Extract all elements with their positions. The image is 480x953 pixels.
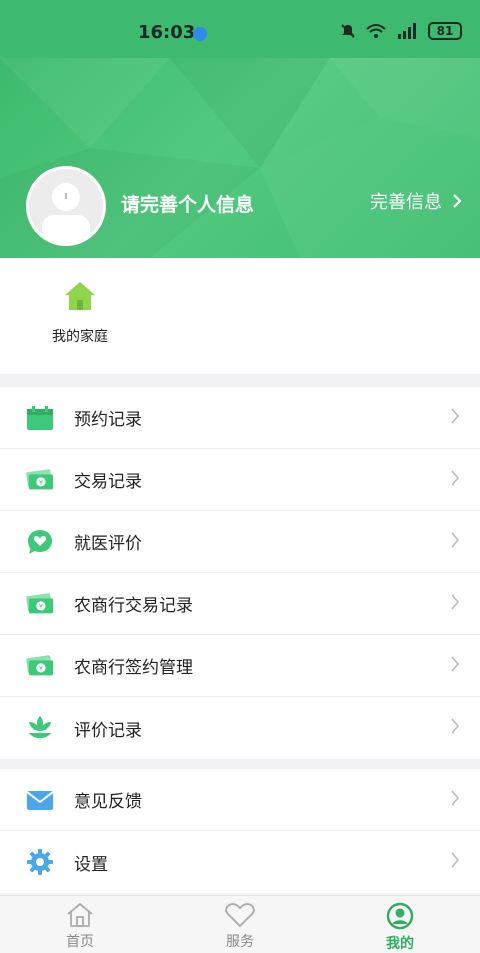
menu-label: 设置 (74, 854, 108, 875)
house-icon (65, 282, 95, 310)
user-icon (386, 902, 414, 930)
money-icon: ¥ (26, 652, 54, 680)
profile-prompt[interactable]: 请完善个人信息 (121, 190, 254, 217)
menu-item-feedback[interactable]: 意见反馈 (0, 769, 480, 831)
money-icon: ¥ (26, 466, 54, 494)
menu-item-review-records[interactable]: 评价记录 (0, 697, 480, 759)
records-menu: 预约记录 ¥ 交易记录 就医评价 ¥ 农商行交易记录 ¥ 农商行签约管理 评价记… (0, 387, 480, 759)
tab-label: 我的 (386, 936, 414, 952)
chevron-right-icon (453, 194, 462, 208)
menu-label: 农商行签约管理 (74, 658, 193, 678)
heart-icon (225, 903, 255, 928)
status-indicators: 81 (340, 22, 462, 40)
tab-label: 服务 (226, 934, 254, 950)
chevron-right-icon (451, 790, 460, 806)
message-notification-icon (193, 27, 207, 41)
mute-icon (341, 24, 355, 38)
status-time: 16:03 (138, 22, 196, 43)
tab-mine[interactable]: 我的 (320, 896, 480, 953)
chevron-right-icon (451, 470, 460, 486)
mail-icon (26, 786, 54, 814)
tab-services[interactable]: 服务 (160, 896, 320, 953)
menu-label: 意见反馈 (74, 792, 142, 812)
chevron-right-icon (451, 656, 460, 672)
chevron-right-icon (451, 718, 460, 734)
chevron-right-icon (451, 594, 460, 610)
status-bar: 16:03 81 (0, 0, 480, 58)
gear-icon (26, 848, 54, 876)
wifi-icon (366, 24, 386, 38)
money-icon: ¥ (26, 590, 54, 618)
battery-indicator: 81 (428, 22, 462, 40)
my-family-button[interactable]: 我的家庭 (38, 280, 122, 346)
settings-menu: 意见反馈 设置 (0, 769, 480, 893)
menu-item-appointment-records[interactable]: 预约记录 (0, 387, 480, 449)
complete-info-link[interactable]: 完善信息 (370, 188, 462, 214)
calendar-icon (26, 404, 54, 432)
menu-item-bank-transaction-records[interactable]: ¥ 农商行交易记录 (0, 573, 480, 635)
home-icon (67, 902, 93, 927)
bottom-tab-bar: 首页 服务 我的 (0, 895, 480, 953)
menu-label: 评价记录 (74, 720, 142, 741)
svg-text:¥: ¥ (39, 602, 43, 610)
menu-item-medical-evaluation[interactable]: 就医评价 (0, 511, 480, 573)
complete-info-label: 完善信息 (370, 192, 442, 213)
tab-home[interactable]: 首页 (0, 896, 160, 953)
svg-text:¥: ¥ (39, 664, 43, 672)
lotus-icon (26, 714, 54, 742)
tab-label: 首页 (66, 934, 94, 950)
svg-text:¥: ¥ (39, 478, 43, 486)
menu-item-bank-contract-management[interactable]: ¥ 农商行签约管理 (0, 635, 480, 697)
chevron-right-icon (451, 408, 460, 424)
chevron-right-icon (451, 852, 460, 868)
cellular-signal-icon (398, 23, 416, 39)
chevron-right-icon (451, 532, 460, 548)
avatar[interactable] (26, 166, 106, 246)
profile-header: 请完善个人信息 完善信息 (0, 58, 480, 258)
menu-item-transaction-records[interactable]: ¥ 交易记录 (0, 449, 480, 511)
my-family-label: 我的家庭 (52, 329, 108, 345)
menu-label: 预约记录 (74, 410, 142, 430)
heart-chat-icon (26, 528, 54, 556)
menu-label: 就医评价 (74, 534, 142, 554)
default-user-icon (29, 169, 103, 243)
menu-label: 交易记录 (74, 472, 142, 492)
menu-item-settings[interactable]: 设置 (0, 831, 480, 893)
menu-label: 农商行交易记录 (74, 596, 193, 616)
family-card: 我的家庭 (0, 258, 480, 374)
